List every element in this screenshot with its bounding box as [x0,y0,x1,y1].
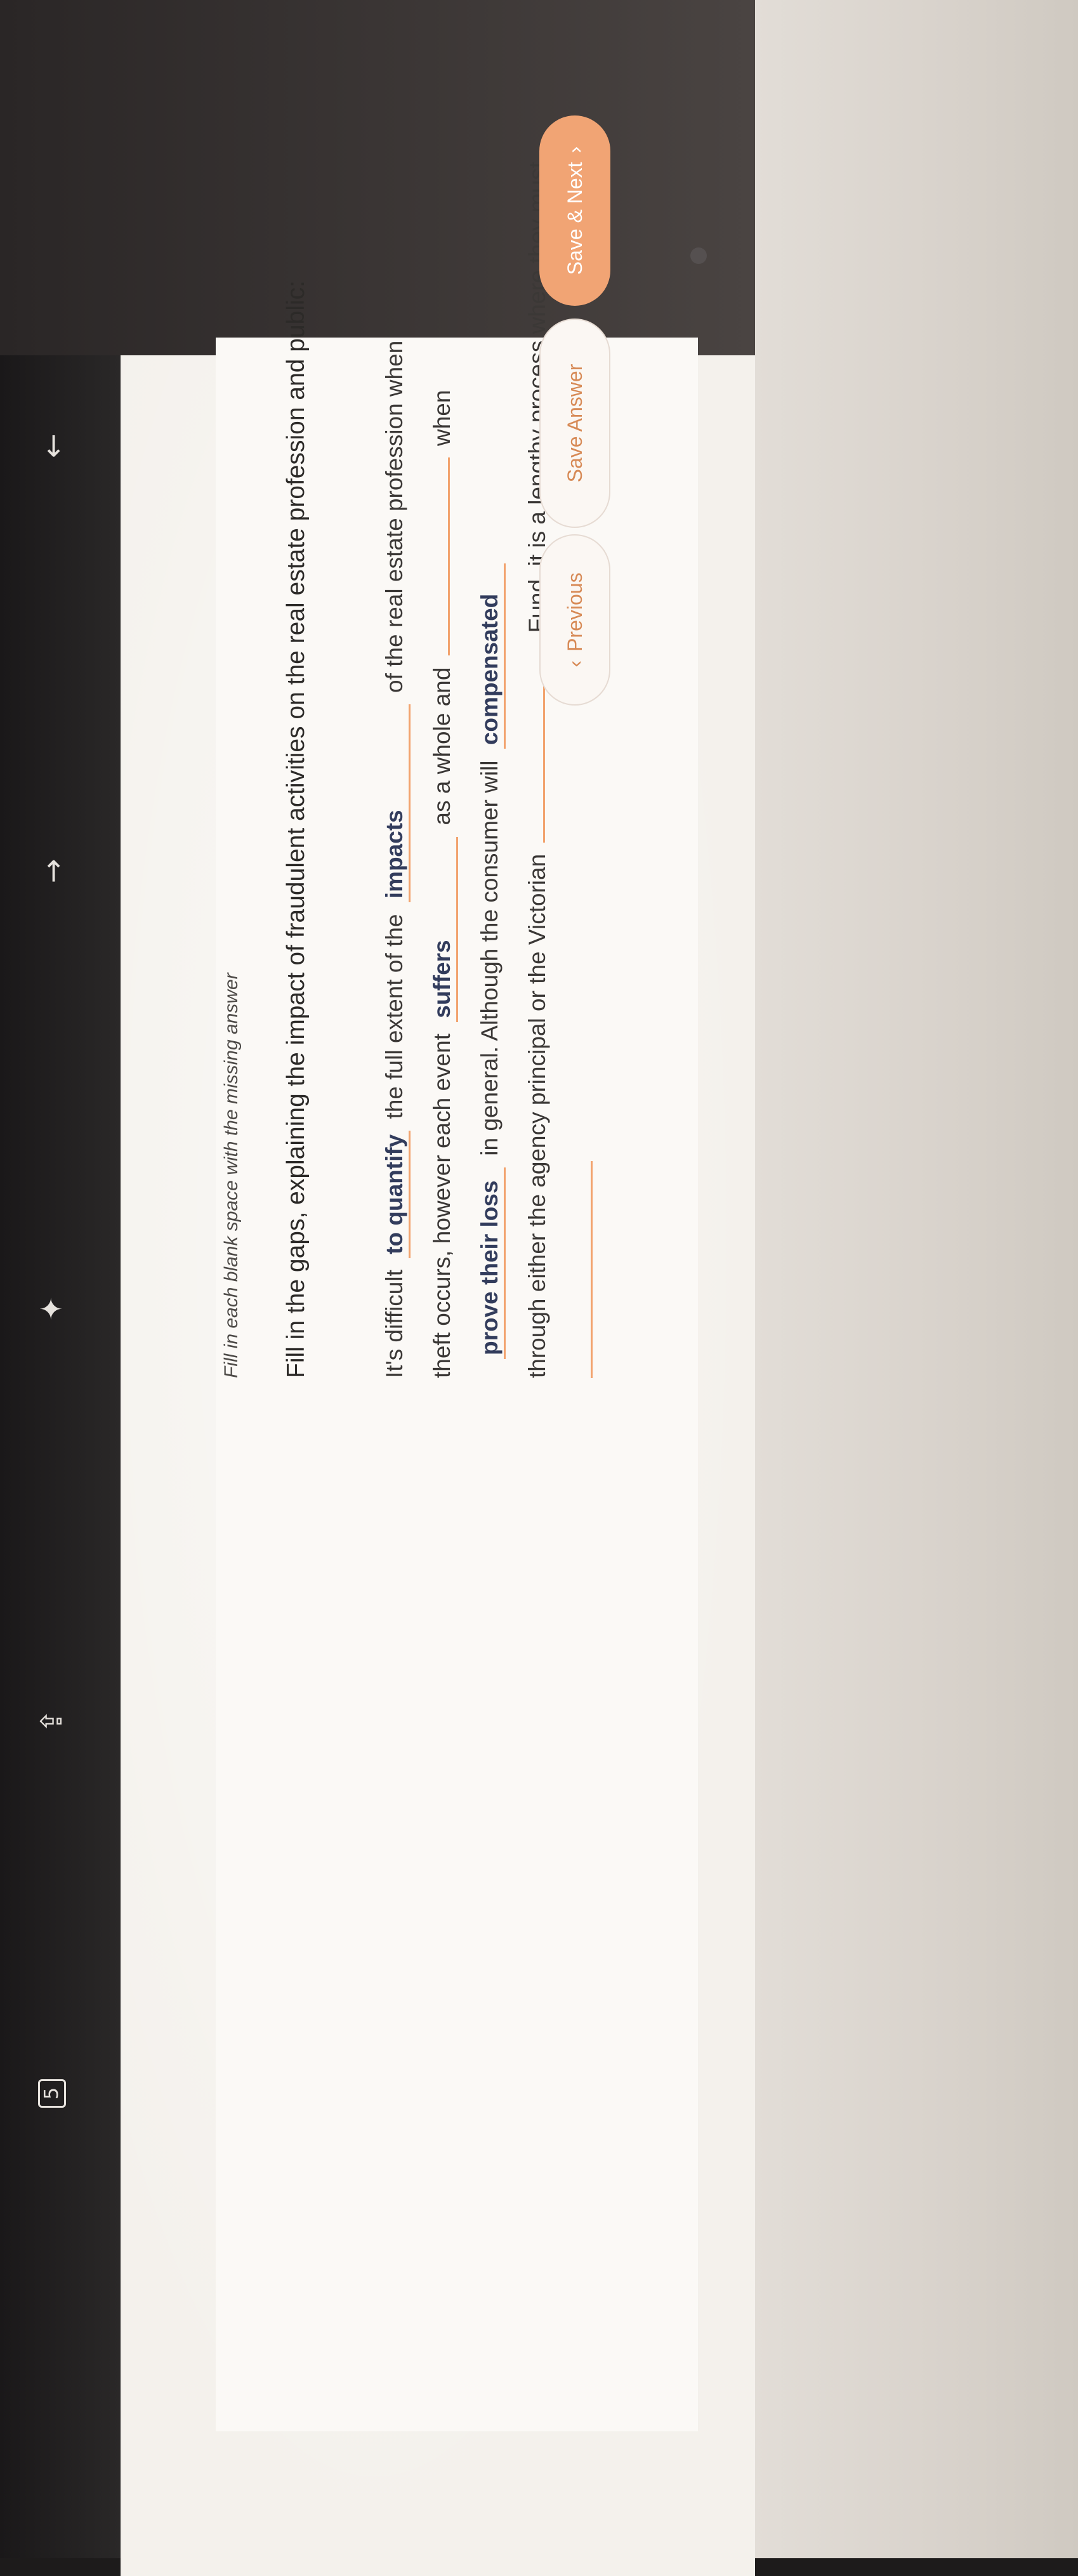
passage-line: It's difficult to quantify the full exte… [381,341,411,1378]
answer-blank[interactable]: suffers [428,836,459,1022]
passage-text: when [429,390,455,453]
question-prompt: Fill in the gaps, explaining the impact … [282,280,310,1378]
browser-bar: ← → ✦ ⇪ 5 [0,355,121,2558]
tablet-bezel [755,0,1078,2558]
tabs-icon[interactable]: 5 [38,2079,66,2108]
passage-text: theft occurs, however each event [429,1027,455,1378]
answer-blank[interactable]: prove their loss [476,1167,506,1359]
front-camera [690,247,707,264]
navigation-buttons: ‹ Previous Save Answer Save & Next › [539,115,622,1924]
passage-line: prove their loss in general. Although th… [476,558,506,1378]
question-card: Fill in each blank space with the missin… [216,162,698,2431]
previous-button[interactable]: ‹ Previous [539,534,610,706]
share-icon[interactable]: ⇪ [34,1709,69,1733]
ai-assist-icon[interactable]: ✦ [34,1296,69,1321]
chevron-right-icon: › [563,146,586,154]
answer-blank[interactable]: compensated [476,563,506,749]
rotated-page: ← → ✦ ⇪ 5 Fill in each blank space with … [34,115,755,2558]
question-instruction: Fill in each blank space with the missin… [221,973,242,1378]
save-and-next-label: Save & Next [563,162,586,275]
arrow-left-icon[interactable]: ← [36,433,70,458]
save-and-next-button[interactable]: Save & Next › [539,115,610,306]
save-answer-button[interactable]: Save Answer [539,319,610,528]
passage-text: It's difficult [381,1263,407,1378]
answer-blank[interactable] [448,457,450,656]
passage-line: theft occurs, however each event suffers… [428,390,459,1378]
answer-blank[interactable]: impacts [381,704,411,903]
arrow-right-icon[interactable]: → [36,858,70,883]
answer-blank[interactable]: to quantify [381,1130,411,1258]
chevron-left-icon: ‹ [563,660,586,667]
passage-text: the full extent of the [381,907,407,1126]
save-answer-label: Save Answer [563,364,586,483]
passage-text: of the real estate profession when [381,340,407,700]
passage-text: in general. Although the consumer will [477,754,503,1162]
previous-button-label: Previous [563,572,586,652]
passage-text: as a whole and [429,660,455,832]
